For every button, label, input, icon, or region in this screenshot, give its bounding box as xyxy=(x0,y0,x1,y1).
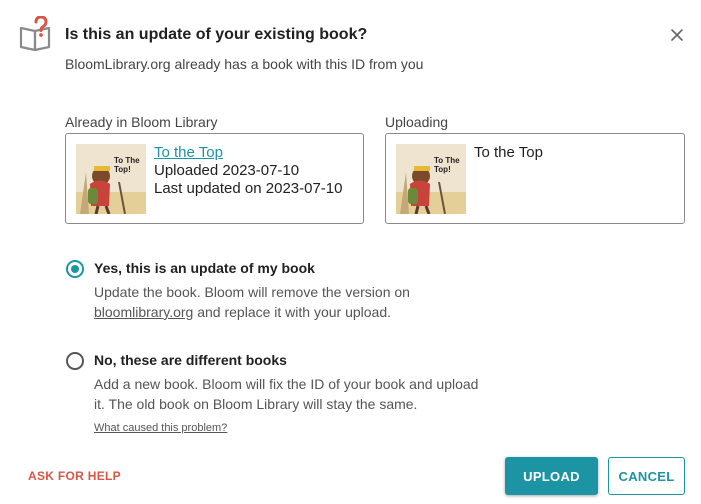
uploading-book-card: To The Top! To the Top xyxy=(385,133,685,224)
uploading-label: Uploading xyxy=(385,114,449,130)
dialog-subtitle: BloomLibrary.org already has a book with… xyxy=(65,56,424,72)
option-update-desc-1: Update the book. Bloom will remove the v… xyxy=(94,284,410,300)
dialog-title: Is this an update of your existing book? xyxy=(65,26,368,43)
cancel-button[interactable]: CANCEL xyxy=(608,457,685,495)
option-update-desc-2: and replace it with your upload. xyxy=(193,304,392,320)
option-different-description: Add a new book. Bloom will fix the ID of… xyxy=(94,376,479,412)
close-button[interactable] xyxy=(666,24,688,46)
radio-different[interactable] xyxy=(66,352,84,370)
existing-uploaded-date: Uploaded 2023-07-10 xyxy=(154,162,300,179)
book-question-icon xyxy=(18,15,56,54)
option-different-title[interactable]: No, these are different books xyxy=(94,352,287,368)
problem-cause-link[interactable]: What caused this problem? xyxy=(94,422,227,434)
book-thumbnail: To The Top! xyxy=(396,144,466,215)
thumbnail-title: To The Top! xyxy=(114,156,140,174)
close-icon xyxy=(671,29,683,41)
existing-label: Already in Bloom Library xyxy=(65,114,218,130)
ask-for-help-button[interactable]: ASK FOR HELP xyxy=(28,469,121,483)
thumbnail-title: To The Top! xyxy=(434,156,460,174)
option-update-title[interactable]: Yes, this is an update of my book xyxy=(94,260,315,276)
upload-button[interactable]: UPLOAD xyxy=(505,457,598,495)
uploading-book-title: To the Top xyxy=(474,144,543,161)
book-thumbnail: To The Top! xyxy=(76,144,146,215)
existing-book-card: To The Top! To the Top Uploaded 2023-07-… xyxy=(65,133,364,224)
existing-book-title-link[interactable]: To the Top xyxy=(154,144,343,162)
existing-last-updated: Last updated on 2023-07-10 xyxy=(154,180,343,197)
upload-conflict-dialog: Is this an update of your existing book?… xyxy=(0,0,701,504)
option-update-description: Update the book. Bloom will remove the v… xyxy=(94,282,484,322)
bloomlibrary-link[interactable]: bloomlibrary.org xyxy=(94,304,193,320)
radio-update[interactable] xyxy=(66,260,84,278)
